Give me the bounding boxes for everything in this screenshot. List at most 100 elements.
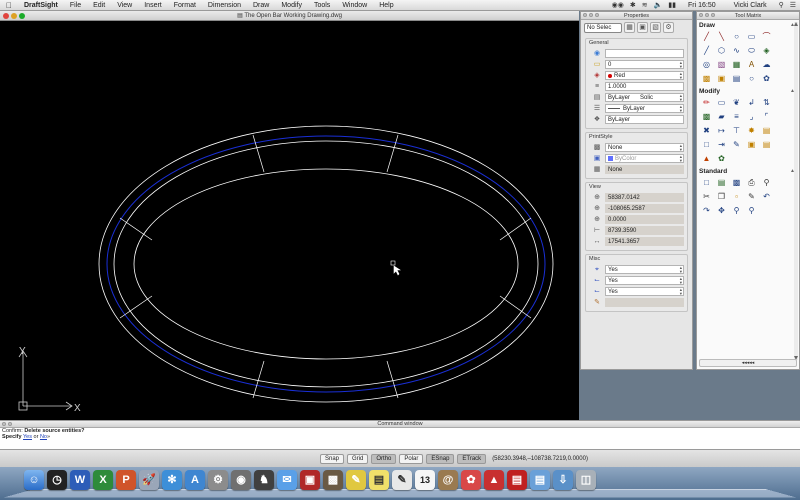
menu-edit[interactable]: Edit bbox=[87, 2, 111, 9]
copy-icon[interactable]: ❐ bbox=[715, 190, 728, 204]
ucs-origin-dropdown[interactable]: Yes ▴ ▾ bbox=[605, 276, 684, 286]
menu-view[interactable]: View bbox=[111, 2, 138, 9]
wifi-icon[interactable]: ≋ bbox=[642, 1, 648, 9]
menu-file[interactable]: File bbox=[64, 2, 87, 9]
region-icon[interactable]: ◈ bbox=[760, 44, 773, 58]
rotate-icon[interactable]: ↲ bbox=[745, 96, 758, 110]
address-book-icon[interactable]: @ bbox=[438, 470, 458, 490]
snap-toggle[interactable]: Snap bbox=[320, 453, 345, 464]
new-icon[interactable]: □ bbox=[700, 176, 713, 190]
pan-icon[interactable]: ✥ bbox=[715, 204, 728, 218]
print-icon[interactable]: ⎙ bbox=[745, 176, 758, 190]
ucs-per-viewport-dropdown[interactable]: Yes ▴ ▾ bbox=[605, 287, 684, 297]
image-capture-icon[interactable]: ◉ bbox=[231, 470, 251, 490]
safari-icon[interactable]: ✻ bbox=[162, 470, 182, 490]
battery-icon[interactable]: ▮▮ bbox=[668, 1, 676, 9]
printcolor-dropdown[interactable]: ByColor ▴ ▾ bbox=[605, 154, 684, 164]
panel-min-icon[interactable] bbox=[705, 13, 709, 17]
menu-dimension[interactable]: Dimension bbox=[202, 2, 247, 9]
menu-modify[interactable]: Modify bbox=[275, 2, 308, 9]
lengthen-icon[interactable]: □ bbox=[700, 138, 713, 152]
drawing-title-bar[interactable]: ▤ The Open Bar Working Drawing.dwg bbox=[0, 11, 579, 21]
circle-icon[interactable]: ○ bbox=[730, 30, 743, 44]
tool-matrix-scrollbar[interactable] bbox=[794, 22, 798, 360]
settings-icon[interactable]: ⚙ bbox=[663, 22, 674, 33]
redo-icon[interactable]: ↷ bbox=[700, 204, 713, 218]
linestyle-dropdown[interactable]: ByLayer Solic ▴ ▾ bbox=[605, 93, 684, 103]
zoom-window-icon[interactable]: ⚲ bbox=[745, 204, 758, 218]
scale-icon[interactable]: ▰ bbox=[715, 110, 728, 124]
ring-icon[interactable]: ○ bbox=[745, 72, 758, 86]
menu-draw[interactable]: Draw bbox=[247, 2, 275, 9]
erase-icon[interactable]: ✏ bbox=[700, 96, 713, 110]
user-name[interactable]: Vicki Clark bbox=[728, 2, 773, 9]
notification-list-icon[interactable]: ☰ bbox=[790, 1, 796, 9]
standard-group-header[interactable]: Standard ▲ bbox=[697, 167, 799, 176]
panel-zoom-icon[interactable] bbox=[711, 13, 715, 17]
preview-icon[interactable]: ⚲ bbox=[760, 176, 773, 190]
match-icon[interactable]: ✎ bbox=[745, 190, 758, 204]
excel-icon[interactable]: X bbox=[93, 470, 113, 490]
option-yes-link[interactable]: Yes bbox=[23, 434, 32, 440]
esnap-toggle[interactable]: ESnap bbox=[426, 453, 455, 464]
launchpad-icon[interactable]: 🚀 bbox=[139, 470, 159, 490]
chess-icon[interactable]: ♞ bbox=[254, 470, 274, 490]
panel-close-icon[interactable] bbox=[583, 13, 587, 17]
point-icon[interactable]: ▣ bbox=[715, 72, 728, 86]
apple-menu-icon[interactable]:  bbox=[0, 1, 18, 10]
panel-zoom-icon[interactable] bbox=[595, 13, 599, 17]
rectangle-icon[interactable]: ▭ bbox=[745, 30, 758, 44]
break-icon[interactable]: ⊤ bbox=[730, 124, 743, 138]
modify-group-header[interactable]: Modify ▲ bbox=[697, 87, 799, 96]
open-icon[interactable]: ▤ bbox=[715, 176, 728, 190]
draw-group-header[interactable]: Draw ▲ bbox=[697, 21, 799, 30]
system-preferences-icon[interactable]: ⚙ bbox=[208, 470, 228, 490]
tool-matrix-title-bar[interactable]: Tool Matrix bbox=[697, 12, 799, 20]
spline-icon[interactable]: ∿ bbox=[730, 44, 743, 58]
move-icon[interactable]: ▭ bbox=[715, 96, 728, 110]
messages-icon[interactable]: ✉ bbox=[277, 470, 297, 490]
ucs-icon-on-dropdown[interactable]: Yes ▴ ▾ bbox=[605, 265, 684, 275]
edit-icon[interactable]: ✎ bbox=[730, 138, 743, 152]
undo-icon[interactable]: ↶ bbox=[760, 190, 773, 204]
command-window-title-bar[interactable]: Command window bbox=[0, 421, 800, 428]
transparency-field[interactable]: ByLayer bbox=[605, 115, 684, 125]
bluetooth-icon[interactable]: ✱ bbox=[630, 1, 636, 9]
pattern-icon[interactable]: ▩ bbox=[700, 110, 713, 124]
arc-icon[interactable]: ⌒ bbox=[760, 30, 773, 44]
notes-icon[interactable]: ✎ bbox=[346, 470, 366, 490]
line-icon[interactable]: ╱ bbox=[700, 30, 713, 44]
join-icon[interactable]: ⇥ bbox=[715, 138, 728, 152]
lineweight-dropdown[interactable]: ByLayer ▴ ▾ bbox=[605, 104, 684, 114]
chamfer-icon[interactable]: ⌜ bbox=[760, 110, 773, 124]
align-icon[interactable]: ▣ bbox=[745, 138, 758, 152]
wipeout-icon[interactable]: ▤ bbox=[730, 72, 743, 86]
menu-format[interactable]: Format bbox=[168, 2, 202, 9]
polygon-icon[interactable]: ⬡ bbox=[715, 44, 728, 58]
properties-title-bar[interactable]: Properties bbox=[581, 12, 692, 20]
draftsight-icon[interactable]: ▲ bbox=[484, 470, 504, 490]
layer-dropdown[interactable]: 0 ▴ ▾ bbox=[605, 60, 684, 70]
selection-dropdown[interactable]: No Selec bbox=[584, 22, 622, 33]
clock[interactable]: Fri 16:50 bbox=[682, 2, 722, 9]
panel-min-icon[interactable] bbox=[8, 422, 12, 426]
offset-icon[interactable]: ≡ bbox=[730, 110, 743, 124]
zoom-icon[interactable] bbox=[19, 13, 25, 19]
table-icon[interactable]: ▦ bbox=[730, 58, 743, 72]
menu-tools[interactable]: Tools bbox=[308, 2, 336, 9]
select-entities-icon[interactable]: ▣ bbox=[637, 22, 648, 33]
cut-icon[interactable]: ✂ bbox=[700, 190, 713, 204]
preview-icon[interactable]: ▩ bbox=[323, 470, 343, 490]
trim-icon[interactable]: ✖ bbox=[700, 124, 713, 138]
photo-booth-icon[interactable]: ▣ bbox=[300, 470, 320, 490]
word-icon[interactable]: W bbox=[70, 470, 90, 490]
extend-icon[interactable]: ↦ bbox=[715, 124, 728, 138]
drawing-canvas[interactable]: Y X bbox=[0, 21, 579, 420]
hatch-icon[interactable]: ▧ bbox=[715, 58, 728, 72]
mirror-icon[interactable]: ⇅ bbox=[760, 96, 773, 110]
menu-help[interactable]: Help bbox=[373, 2, 399, 9]
menu-app-name[interactable]: DraftSight bbox=[18, 2, 64, 9]
minimize-icon[interactable] bbox=[11, 13, 17, 19]
copy-icon[interactable]: ❦ bbox=[730, 96, 743, 110]
linescale-field[interactable]: 1.0000 bbox=[605, 82, 684, 92]
